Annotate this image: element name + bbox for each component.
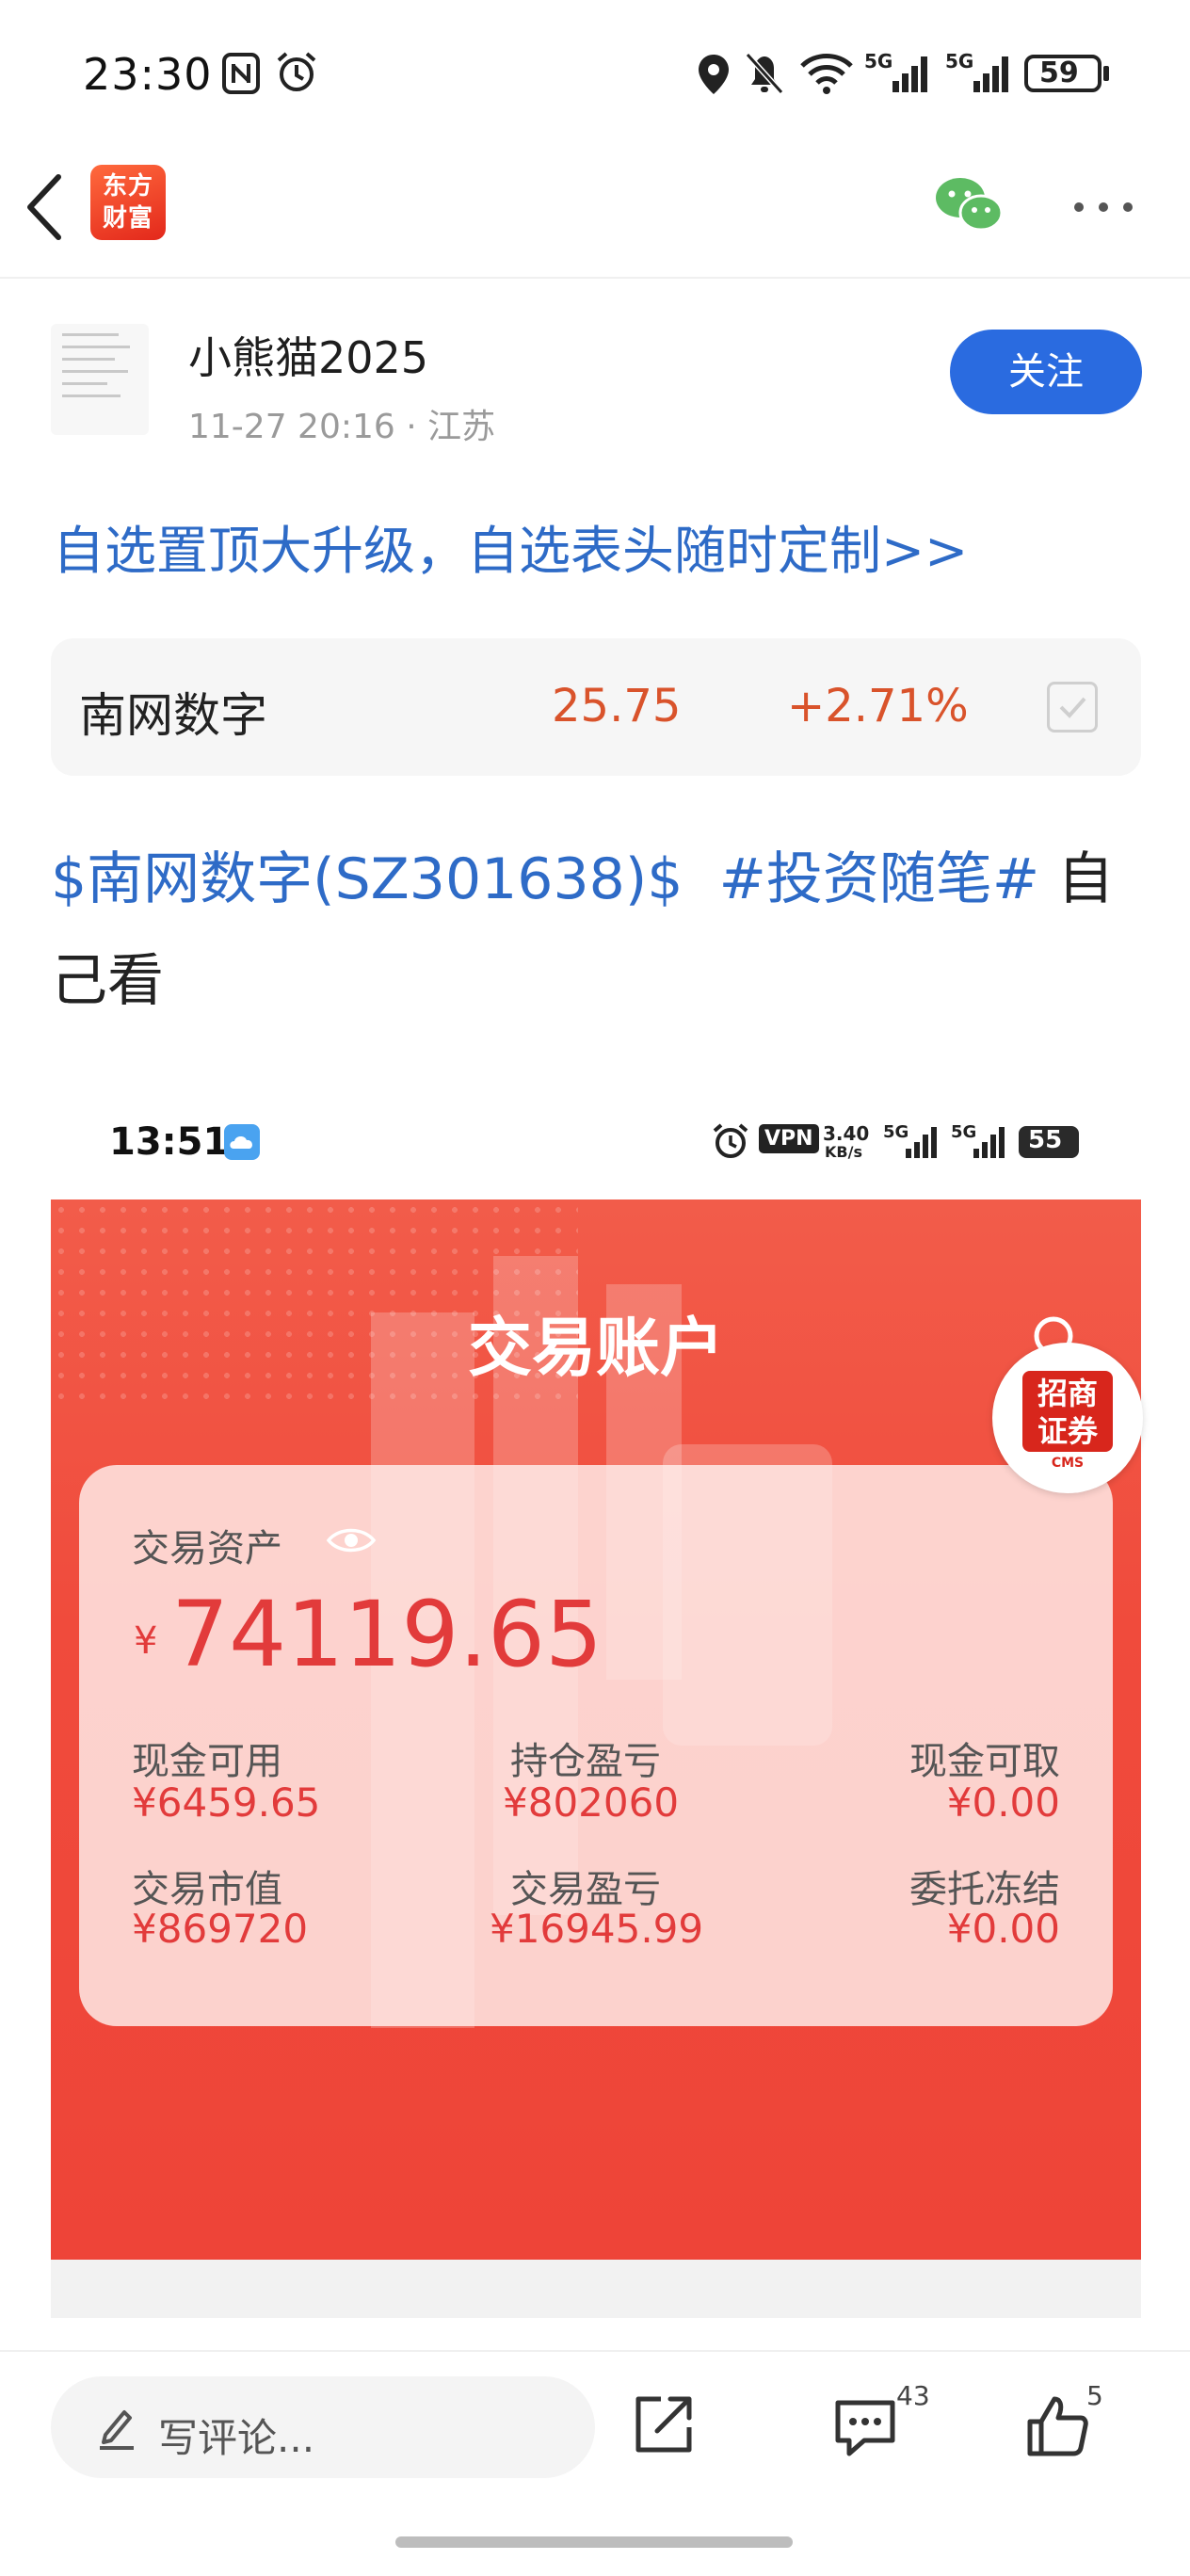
eye-icon[interactable] [326, 1525, 377, 1555]
add-watchlist-checkbox[interactable] [1047, 682, 1098, 733]
image-alarm-icon [713, 1123, 748, 1158]
topic-tag-link[interactable]: #投资随笔# [719, 846, 1040, 912]
bottom-action-bar: 写评论... 43 5 [0, 2350, 1190, 2501]
image-status-bar: 13:51 VPN 3.40 KB/s 5G 5G 55 [51, 1083, 1141, 1199]
logo-line-1: 东方 [102, 172, 153, 201]
check-icon [1059, 697, 1086, 718]
image-battery-icon: 55 [1019, 1126, 1079, 1158]
cloud-icon [224, 1124, 260, 1160]
back-arrow-icon[interactable] [23, 171, 68, 243]
post-image[interactable]: 13:51 VPN 3.40 KB/s 5G 5G 55 交易账户 交易资产 ¥… [51, 1083, 1143, 2318]
stock-name: 南网数字 [79, 688, 267, 743]
signal-5g-icon-2: 5G [945, 50, 1008, 92]
trade-account-title: 交易账户 [467, 1312, 724, 1386]
post-body: $南网数字(SZ301638)$ #投资随笔# 自己看 [51, 829, 1152, 1032]
more-options-icon[interactable] [1071, 198, 1135, 217]
promo-link[interactable]: 自选置顶大升级，自选表头随时定制>> [53, 508, 968, 584]
svg-text:5G: 5G [945, 50, 973, 72]
author-name[interactable]: 小熊猫2025 [188, 324, 428, 386]
signal-5g-icon: 5G [864, 50, 927, 92]
image-signal-icon-2: 5G [951, 1122, 1005, 1158]
net-speed-bottom: KB/s [825, 1143, 862, 1161]
image-battery-level: 55 [1028, 1126, 1063, 1154]
image-signal-icon: 5G [883, 1122, 937, 1158]
mute-bell-icon [745, 52, 784, 95]
comment-input[interactable]: 写评论... [51, 2376, 595, 2478]
follow-button[interactable]: 关注 [950, 330, 1142, 414]
cms-logo-line-1: 招商 [1037, 1376, 1098, 1411]
image-status-time: 13:51 [109, 1120, 230, 1164]
net-speed-top: 3.40 [823, 1122, 870, 1145]
battery-icon: 59 [1024, 55, 1102, 92]
wifi-icon [800, 54, 853, 94]
vpn-badge: VPN [759, 1124, 819, 1153]
status-time: 23:30 [83, 49, 213, 100]
like-icon[interactable] [1024, 2393, 1090, 2457]
cms-broker-logo: 招商 证券 CMS [992, 1343, 1143, 1493]
stat-label-position-pnl: 持仓盈亏 [510, 1740, 661, 1783]
stat-label-cash-available: 现金可用 [132, 1740, 282, 1783]
stat-value-market-value: ¥869720 [132, 1906, 309, 1952]
share-icon[interactable] [633, 2393, 695, 2455]
stock-tag-link[interactable]: $南网数字(SZ301638)$ [51, 846, 683, 912]
stat-value-frozen: ¥0.00 [946, 1906, 1060, 1952]
nav-bar: 东方 财富 [0, 151, 1190, 279]
cms-logo-line-2: 证券 [1037, 1413, 1098, 1449]
pencil-icon [100, 2410, 134, 2450]
svg-text:5G: 5G [864, 50, 892, 72]
stock-change: +2.71% [787, 680, 969, 733]
battery-level: 59 [1039, 56, 1079, 89]
logo-line-2: 财富 [102, 204, 153, 233]
stock-card[interactable]: 南网数字 25.75 +2.71% [51, 638, 1141, 776]
asset-currency: ¥ [134, 1619, 158, 1663]
stat-value-cash-withdrawable: ¥0.00 [946, 1779, 1060, 1826]
comment-placeholder: 写评论... [158, 2415, 315, 2461]
eastmoney-logo: 东方 财富 [90, 165, 166, 240]
stat-label-cash-withdrawable: 现金可取 [909, 1740, 1060, 1783]
asset-value: 74119.65 [171, 1582, 603, 1687]
stat-value-cash-available: ¥6459.65 [132, 1779, 321, 1826]
trade-account-panel: 交易账户 交易资产 ¥ 74119.65 现金可用 ¥6459.65 持仓盈亏 … [51, 1199, 1141, 2260]
wechat-share-icon[interactable] [934, 175, 1004, 235]
asset-label: 交易资产 [132, 1527, 282, 1570]
stat-value-trade-pnl: ¥16945.99 [490, 1906, 704, 1952]
alarm-icon [277, 52, 316, 91]
post-meta: 11-27 20:16 · 江苏 [188, 408, 496, 446]
location-icon [699, 55, 729, 94]
like-count: 5 [1086, 2380, 1103, 2411]
asset-summary-card: 交易资产 ¥ 74119.65 现金可用 ¥6459.65 持仓盈亏 ¥8020… [79, 1465, 1113, 2026]
comment-count: 43 [896, 2380, 930, 2411]
net-label-1: 5G [883, 1122, 909, 1142]
home-indicator[interactable] [395, 2536, 793, 2548]
net-label-2: 5G [951, 1122, 976, 1142]
cms-logo-sub: CMS [1051, 1456, 1085, 1471]
stat-value-position-pnl: ¥802060 [503, 1779, 680, 1826]
avatar[interactable] [51, 324, 149, 435]
nfc-icon [222, 53, 260, 94]
comment-icon[interactable] [832, 2395, 898, 2457]
stock-price: 25.75 [552, 680, 682, 733]
status-bar: 23:30 5G 5G 59 [0, 0, 1190, 151]
